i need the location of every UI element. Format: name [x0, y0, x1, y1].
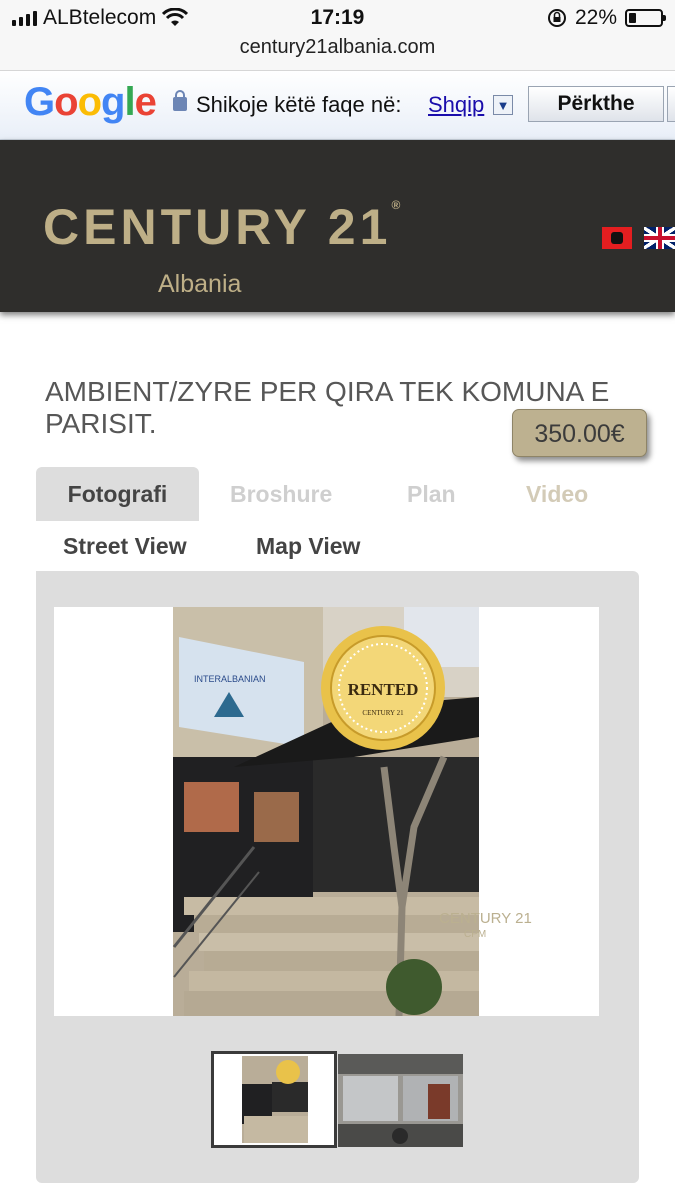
google-logo-letter: e: [134, 80, 157, 124]
century21-logo[interactable]: CENTURY 21®: [43, 198, 400, 256]
albania-flag-icon[interactable]: [602, 227, 632, 249]
google-logo-letter: g: [101, 80, 125, 124]
battery-fill: [629, 13, 636, 23]
battery-icon: [625, 9, 666, 27]
rented-seal-icon: RENTED CENTURY 21: [321, 626, 445, 750]
uk-flag-icon[interactable]: [644, 227, 675, 249]
brand-subtitle: Albania: [158, 270, 242, 298]
thumbnail-selected[interactable]: [211, 1051, 337, 1148]
google-logo-letter: o: [54, 80, 78, 124]
translate-button[interactable]: Përkthe: [528, 86, 664, 122]
battery-percent: 22%: [574, 6, 617, 29]
translate-options-button[interactable]: [667, 86, 675, 122]
price-badge: 350.00€: [512, 409, 647, 457]
status-right-group: 22%: [547, 6, 666, 30]
ios-status-bar: ALBtelecom 17:19 22% century21albania.co…: [0, 0, 675, 71]
registered-mark: ®: [391, 198, 401, 212]
tab-street-view[interactable]: Street View: [63, 533, 187, 560]
language-select-link[interactable]: Shqip: [428, 92, 484, 118]
tab-map-view[interactable]: Map View: [256, 533, 360, 560]
thumbnail-2-image: [338, 1054, 463, 1147]
tab-plan[interactable]: Plan: [407, 481, 456, 508]
translate-prompt: Shikoje këtë faqe në:: [196, 92, 402, 117]
google-logo-letter: G: [24, 80, 55, 124]
brand-name: CENTURY 21: [43, 199, 392, 255]
google-logo: Google: [24, 80, 157, 125]
lock-icon: [173, 90, 187, 111]
seal-text: RENTED: [348, 680, 419, 699]
tab-fotografi[interactable]: Fotografi: [36, 467, 199, 521]
main-photo[interactable]: INTERALBANIAN CENTURY 21 CPM RENTED CENT…: [54, 607, 599, 1016]
thumbnail-1-image: [214, 1054, 334, 1145]
thumbnail-2[interactable]: [338, 1054, 463, 1147]
tab-video[interactable]: Video: [526, 481, 588, 508]
tab-broshure[interactable]: Broshure: [230, 481, 332, 508]
building-photo: INTERALBANIAN CENTURY 21 CPM RENTED CENT…: [54, 607, 599, 1016]
photo-watermark: CENTURY 21: [439, 910, 532, 927]
seal-subtext: CENTURY 21: [362, 709, 404, 717]
sign-text: INTERALBANIAN: [194, 674, 266, 684]
url-label[interactable]: century21albania.com: [0, 36, 675, 59]
photo-watermark-sub: CPM: [464, 929, 486, 940]
google-logo-letter: l: [124, 80, 135, 124]
rotation-lock-icon: [547, 9, 566, 27]
google-logo-letter: o: [77, 80, 102, 124]
chevron-down-icon[interactable]: ▼: [493, 95, 513, 115]
